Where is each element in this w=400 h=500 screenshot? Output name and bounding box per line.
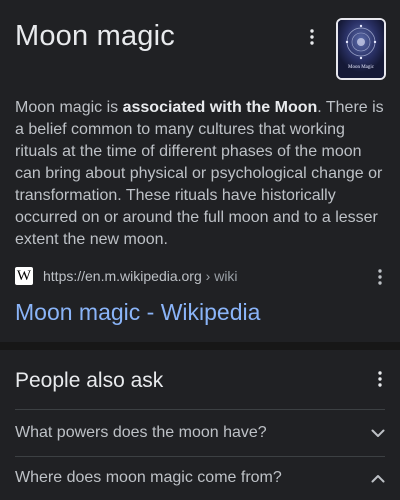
source-path: wiki xyxy=(214,268,238,284)
paa-more-options-icon[interactable] xyxy=(370,367,390,391)
description-rest: . There is a belief common to many cultu… xyxy=(15,99,384,248)
paa-question[interactable]: What powers does the moon have? xyxy=(15,411,385,455)
chevron-down-icon xyxy=(371,429,385,438)
thumbnail-image[interactable]: Moon Magic xyxy=(336,18,386,80)
source-url[interactable]: https://en.m.wikipedia.org › wiki xyxy=(43,268,238,284)
knowledge-panel: Moon magic Moon Magic Moon magic is asso… xyxy=(0,0,400,342)
description-bold: associated with the Moon xyxy=(122,99,318,116)
paa-divider xyxy=(15,409,385,410)
source-more-options-icon[interactable] xyxy=(370,265,390,289)
source-row[interactable]: W https://en.m.wikipedia.org › wiki xyxy=(15,266,387,286)
chevron-up-icon xyxy=(371,474,385,483)
moon-book-cover-icon: Moon Magic xyxy=(338,20,384,78)
source-domain: https://en.m.wikipedia.org xyxy=(43,268,202,284)
paa-question-text: Where does moon magic come from? xyxy=(15,469,282,486)
description-lead: Moon magic is xyxy=(15,99,123,116)
people-also-ask-title: People also ask xyxy=(15,369,164,392)
paa-question[interactable]: Where does moon magic come from? xyxy=(15,456,385,500)
wikipedia-icon: W xyxy=(15,267,33,285)
paa-question-text: What powers does the moon have? xyxy=(15,424,267,441)
panel-description: Moon magic is associated with the Moon. … xyxy=(15,97,387,251)
panel-title: Moon magic xyxy=(15,20,175,52)
more-options-icon[interactable] xyxy=(302,25,322,49)
svg-text:Moon Magic: Moon Magic xyxy=(348,65,375,70)
breadcrumb-separator: › xyxy=(201,268,215,284)
section-divider xyxy=(0,342,400,350)
wikipedia-result-link[interactable]: Moon magic - Wikipedia xyxy=(15,299,260,326)
